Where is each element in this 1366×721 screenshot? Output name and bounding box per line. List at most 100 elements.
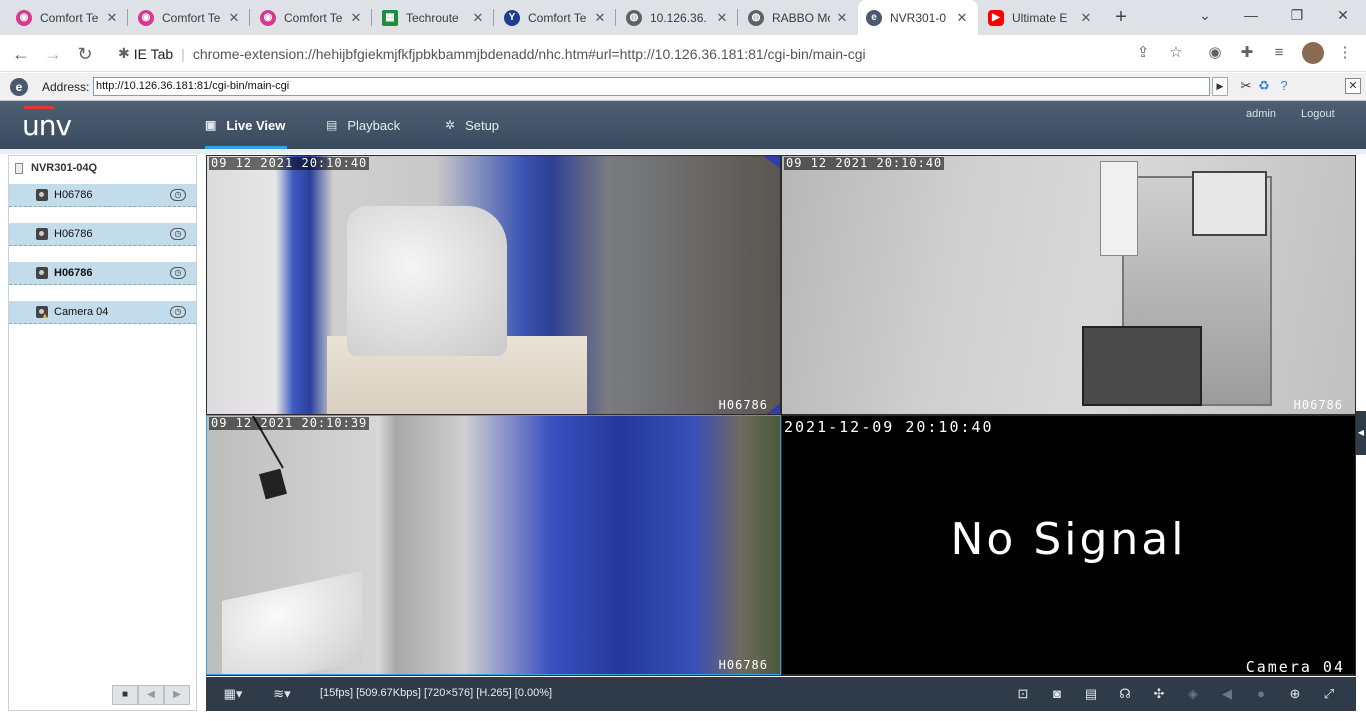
playback-icon[interactable]: ◷	[170, 306, 186, 318]
video-window[interactable]: 2021-12-09 20:10:40 No Signal Camera 04	[782, 416, 1355, 674]
forward-icon[interactable]: →	[40, 41, 66, 67]
ietab-close-button[interactable]: ✕	[1345, 78, 1361, 94]
globe-icon: ◍	[626, 9, 642, 26]
microphone-icon[interactable]: ●	[1250, 684, 1272, 704]
tab-title: Comfort Te	[284, 10, 343, 25]
next-page-button[interactable]: ▶	[164, 685, 190, 705]
youtube-icon: ▶	[988, 9, 1004, 26]
stream-select-icon[interactable]: ≋▾	[262, 684, 302, 704]
playback-icon[interactable]: ◷	[170, 228, 186, 240]
video-window[interactable]: 09 12 2021 20:10:40 H06786	[207, 156, 780, 414]
close-icon[interactable]: ✕	[104, 10, 120, 26]
layout-grid-icon[interactable]: ▦▾	[216, 684, 250, 704]
close-icon[interactable]: ✕	[348, 10, 364, 26]
ietab-address-input[interactable]: http://10.126.36.181:81/cgi-bin/main-cgi	[93, 77, 1210, 96]
video-window[interactable]: 09 12 2021 20:10:40 H06786	[782, 156, 1355, 414]
restore-button[interactable]: ❐	[1274, 0, 1320, 30]
help-icon[interactable]: ?	[1276, 78, 1292, 94]
close-icon[interactable]: ✕	[226, 10, 242, 26]
extension-label: IE Tab	[133, 45, 174, 62]
browser-tab[interactable]: ▦ Techroute ✕	[374, 0, 494, 35]
camera-icon	[36, 267, 48, 279]
close-icon[interactable]: ✕	[714, 10, 730, 26]
avatar[interactable]	[1302, 42, 1324, 64]
close-icon[interactable]: ✕	[954, 10, 970, 26]
tab-playback[interactable]: ▤ Playback	[326, 101, 400, 149]
close-icon[interactable]: ✕	[1078, 10, 1094, 26]
tree-controls: ■ ◀ ▶	[112, 685, 190, 705]
share-icon[interactable]: ⇪	[1132, 42, 1154, 64]
video-toolbar: ▦▾ ≋▾ [15fps] [509.67Kbps] [720×576] [H.…	[206, 677, 1356, 711]
playback-icon[interactable]: ◷	[170, 267, 186, 279]
osd-camera-name: Camera 04	[1245, 658, 1345, 674]
video-window-selected[interactable]: 09 12 2021 20:10:39 H06786	[207, 416, 780, 674]
instant-playback-icon[interactable]: ◈	[1182, 684, 1204, 704]
osd-timestamp: 09 12 2021 20:10:40	[784, 156, 945, 170]
logout-link[interactable]: Logout	[1301, 108, 1335, 120]
browser-tab[interactable]: ◉ Comfort Te ✕	[130, 0, 250, 35]
address-bar[interactable]: ✱ IE Tab | chrome-extension://hehijbfgie…	[108, 39, 1198, 68]
browser-tab-active[interactable]: e NVR301-0 ✕	[858, 0, 978, 35]
browser-tab[interactable]: Y Comfort Te ✕	[496, 0, 616, 35]
osd-timestamp: 09 12 2021 20:10:39	[209, 416, 370, 430]
tab-setup[interactable]: ✲ Setup	[445, 101, 499, 149]
snapshot-icon[interactable]: ◙	[1046, 684, 1068, 704]
reload-icon[interactable]: ↻	[72, 41, 98, 67]
new-tab-button[interactable]: +	[1108, 4, 1134, 30]
reading-list-icon[interactable]: ≡	[1268, 42, 1290, 64]
playback-icon[interactable]: ◷	[170, 189, 186, 201]
osd-camera-name: H06786	[718, 398, 768, 412]
stop-all-button[interactable]: ■	[112, 685, 138, 705]
nav-label: Setup	[465, 117, 500, 133]
digital-zoom-icon[interactable]: ⊕	[1284, 684, 1306, 704]
app-header: unv ▣ Live View ▤ Playback ✲ Setup admin…	[0, 101, 1366, 149]
camera-item[interactable]: H06786 ◷	[9, 223, 196, 246]
tab-live-view[interactable]: ▣ Live View	[205, 101, 288, 149]
camera-item[interactable]: ▲ Camera 04 ◷	[9, 301, 196, 324]
device-node[interactable]: NVR301-04Q	[15, 162, 97, 174]
back-icon[interactable]: ←	[8, 41, 34, 67]
video-frame	[347, 206, 507, 356]
close-icon[interactable]: ✕	[470, 10, 486, 26]
local-record-icon[interactable]: ⊡	[1012, 684, 1034, 704]
uniview-icon: ◉	[16, 9, 32, 26]
close-icon[interactable]: ✕	[834, 10, 850, 26]
camera-icon	[36, 228, 48, 240]
browser-tab[interactable]: ◉ Comfort Te ✕	[252, 0, 372, 35]
camera-item[interactable]: H06786 ◷	[9, 184, 196, 207]
tab-search-icon[interactable]: ⌄	[1182, 0, 1228, 30]
tab-title: Ultimate E	[1012, 10, 1068, 25]
tab-title: NVR301-0	[890, 10, 947, 25]
refresh-icon[interactable]: ♻	[1256, 78, 1272, 94]
close-icon[interactable]: ✕	[592, 10, 608, 26]
tools-icon[interactable]: ✂	[1238, 78, 1254, 94]
extensions-icon[interactable]: ✚	[1236, 42, 1258, 64]
video-frame	[259, 468, 287, 500]
ptz-icon[interactable]: ✣	[1148, 684, 1170, 704]
uniview-icon: ◉	[260, 9, 276, 26]
prev-page-button[interactable]: ◀	[138, 685, 164, 705]
ietab-extension-icon[interactable]: ◉	[1204, 42, 1226, 64]
browser-tab[interactable]: ◍ RABBO Mo ✕	[740, 0, 858, 35]
browser-tab[interactable]: ◍ 10.126.36. ✕	[618, 0, 738, 35]
video-frame	[1192, 171, 1267, 236]
menu-icon[interactable]: ⋮	[1334, 42, 1356, 64]
volume-icon[interactable]: ◀	[1216, 684, 1238, 704]
browser-tab[interactable]: ▶ Ultimate E ✕	[980, 0, 1102, 35]
browser-toolbar: ← → ↻ ✱ IE Tab | chrome-extension://hehi…	[0, 35, 1366, 72]
nav-label: Live View	[226, 117, 286, 133]
go-button[interactable]: ▶	[1212, 77, 1228, 96]
warning-icon: ▲	[41, 311, 49, 320]
minimize-button[interactable]: —	[1228, 0, 1274, 30]
star-icon[interactable]: ☆	[1165, 42, 1187, 64]
no-signal-message: No Signal	[950, 514, 1187, 565]
browser-tab[interactable]: ◉ Comfort Te ✕	[8, 0, 128, 35]
video-frame	[222, 571, 362, 674]
clip-icon[interactable]: ▤	[1080, 684, 1102, 704]
window-close-button[interactable]: ✕	[1320, 0, 1366, 30]
collapse-panel-handle[interactable]: ◀	[1356, 411, 1366, 455]
camera-item[interactable]: H06786 ◷	[9, 262, 196, 285]
video-frame	[1082, 326, 1202, 406]
fullscreen-icon[interactable]: ⤢	[1318, 684, 1340, 704]
audio-talk-icon[interactable]: ☊	[1114, 684, 1136, 704]
